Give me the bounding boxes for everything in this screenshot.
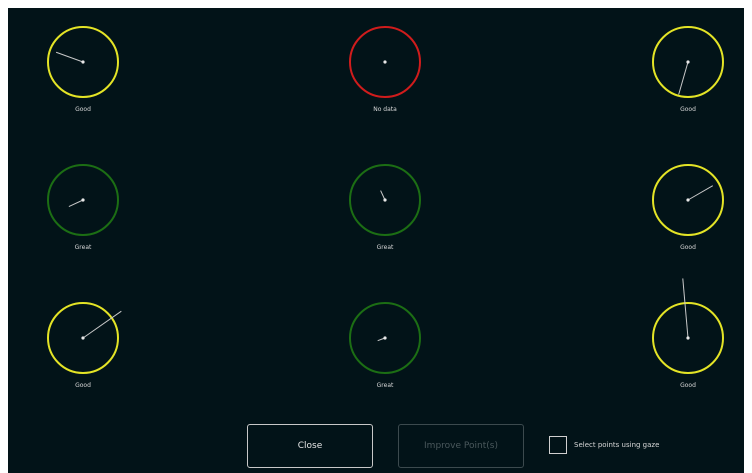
target-center-dot bbox=[686, 336, 690, 340]
calibration-results-screen: Good No data Good Great Great Good Good … bbox=[8, 8, 744, 473]
gaze-select-checkbox[interactable] bbox=[549, 436, 567, 454]
calibration-point-graphic bbox=[349, 302, 421, 374]
calibration-point-graphic bbox=[47, 164, 119, 236]
calibration-point-bottom-center[interactable]: Great bbox=[345, 298, 425, 398]
calibration-point-status: Good bbox=[680, 106, 696, 113]
gaze-error-line bbox=[68, 199, 84, 208]
gaze-error-line bbox=[687, 185, 714, 201]
target-center-dot bbox=[81, 336, 85, 340]
gaze-error-line bbox=[55, 51, 84, 63]
target-center-dot bbox=[383, 60, 387, 64]
calibration-point-status: Great bbox=[376, 244, 394, 251]
calibration-point-status: Good bbox=[75, 106, 91, 113]
close-button[interactable]: Close bbox=[247, 424, 373, 468]
improve-points-button: Improve Point(s) bbox=[398, 424, 524, 468]
calibration-point-graphic bbox=[349, 164, 421, 236]
gaze-select-toggle[interactable]: Select points using gaze bbox=[549, 433, 659, 457]
calibration-point-top-right[interactable]: Good bbox=[648, 22, 728, 122]
target-center-dot bbox=[81, 60, 85, 64]
target-center-dot bbox=[383, 198, 387, 202]
calibration-point-graphic bbox=[652, 26, 724, 98]
target-center-dot bbox=[686, 198, 690, 202]
gaze-select-label: Select points using gaze bbox=[574, 441, 660, 449]
gaze-error-line bbox=[682, 278, 689, 339]
calibration-point-graphic bbox=[652, 278, 724, 374]
calibration-point-status: Good bbox=[75, 382, 91, 389]
calibration-point-top-left[interactable]: Good bbox=[43, 22, 123, 122]
target-center-dot bbox=[383, 336, 387, 340]
calibration-point-graphic bbox=[349, 26, 421, 98]
calibration-point-middle-center[interactable]: Great bbox=[345, 160, 425, 260]
calibration-point-graphic bbox=[652, 164, 724, 236]
calibration-point-middle-right[interactable]: Good bbox=[648, 160, 728, 260]
calibration-point-graphic bbox=[47, 302, 122, 374]
calibration-point-status: Good bbox=[680, 382, 696, 389]
target-center-dot bbox=[81, 198, 85, 202]
calibration-point-bottom-right[interactable]: Good bbox=[648, 278, 728, 398]
calibration-point-graphic bbox=[47, 26, 119, 98]
calibration-point-top-center[interactable]: No data bbox=[345, 22, 425, 122]
calibration-point-status: No data bbox=[373, 106, 397, 113]
calibration-point-status: Good bbox=[680, 244, 696, 251]
calibration-point-status: Great bbox=[376, 382, 394, 389]
target-center-dot bbox=[686, 60, 690, 64]
calibration-point-middle-left[interactable]: Great bbox=[43, 160, 123, 260]
gaze-error-line bbox=[678, 61, 689, 95]
calibration-point-status: Great bbox=[74, 244, 92, 251]
calibration-point-bottom-left[interactable]: Good bbox=[43, 298, 123, 398]
